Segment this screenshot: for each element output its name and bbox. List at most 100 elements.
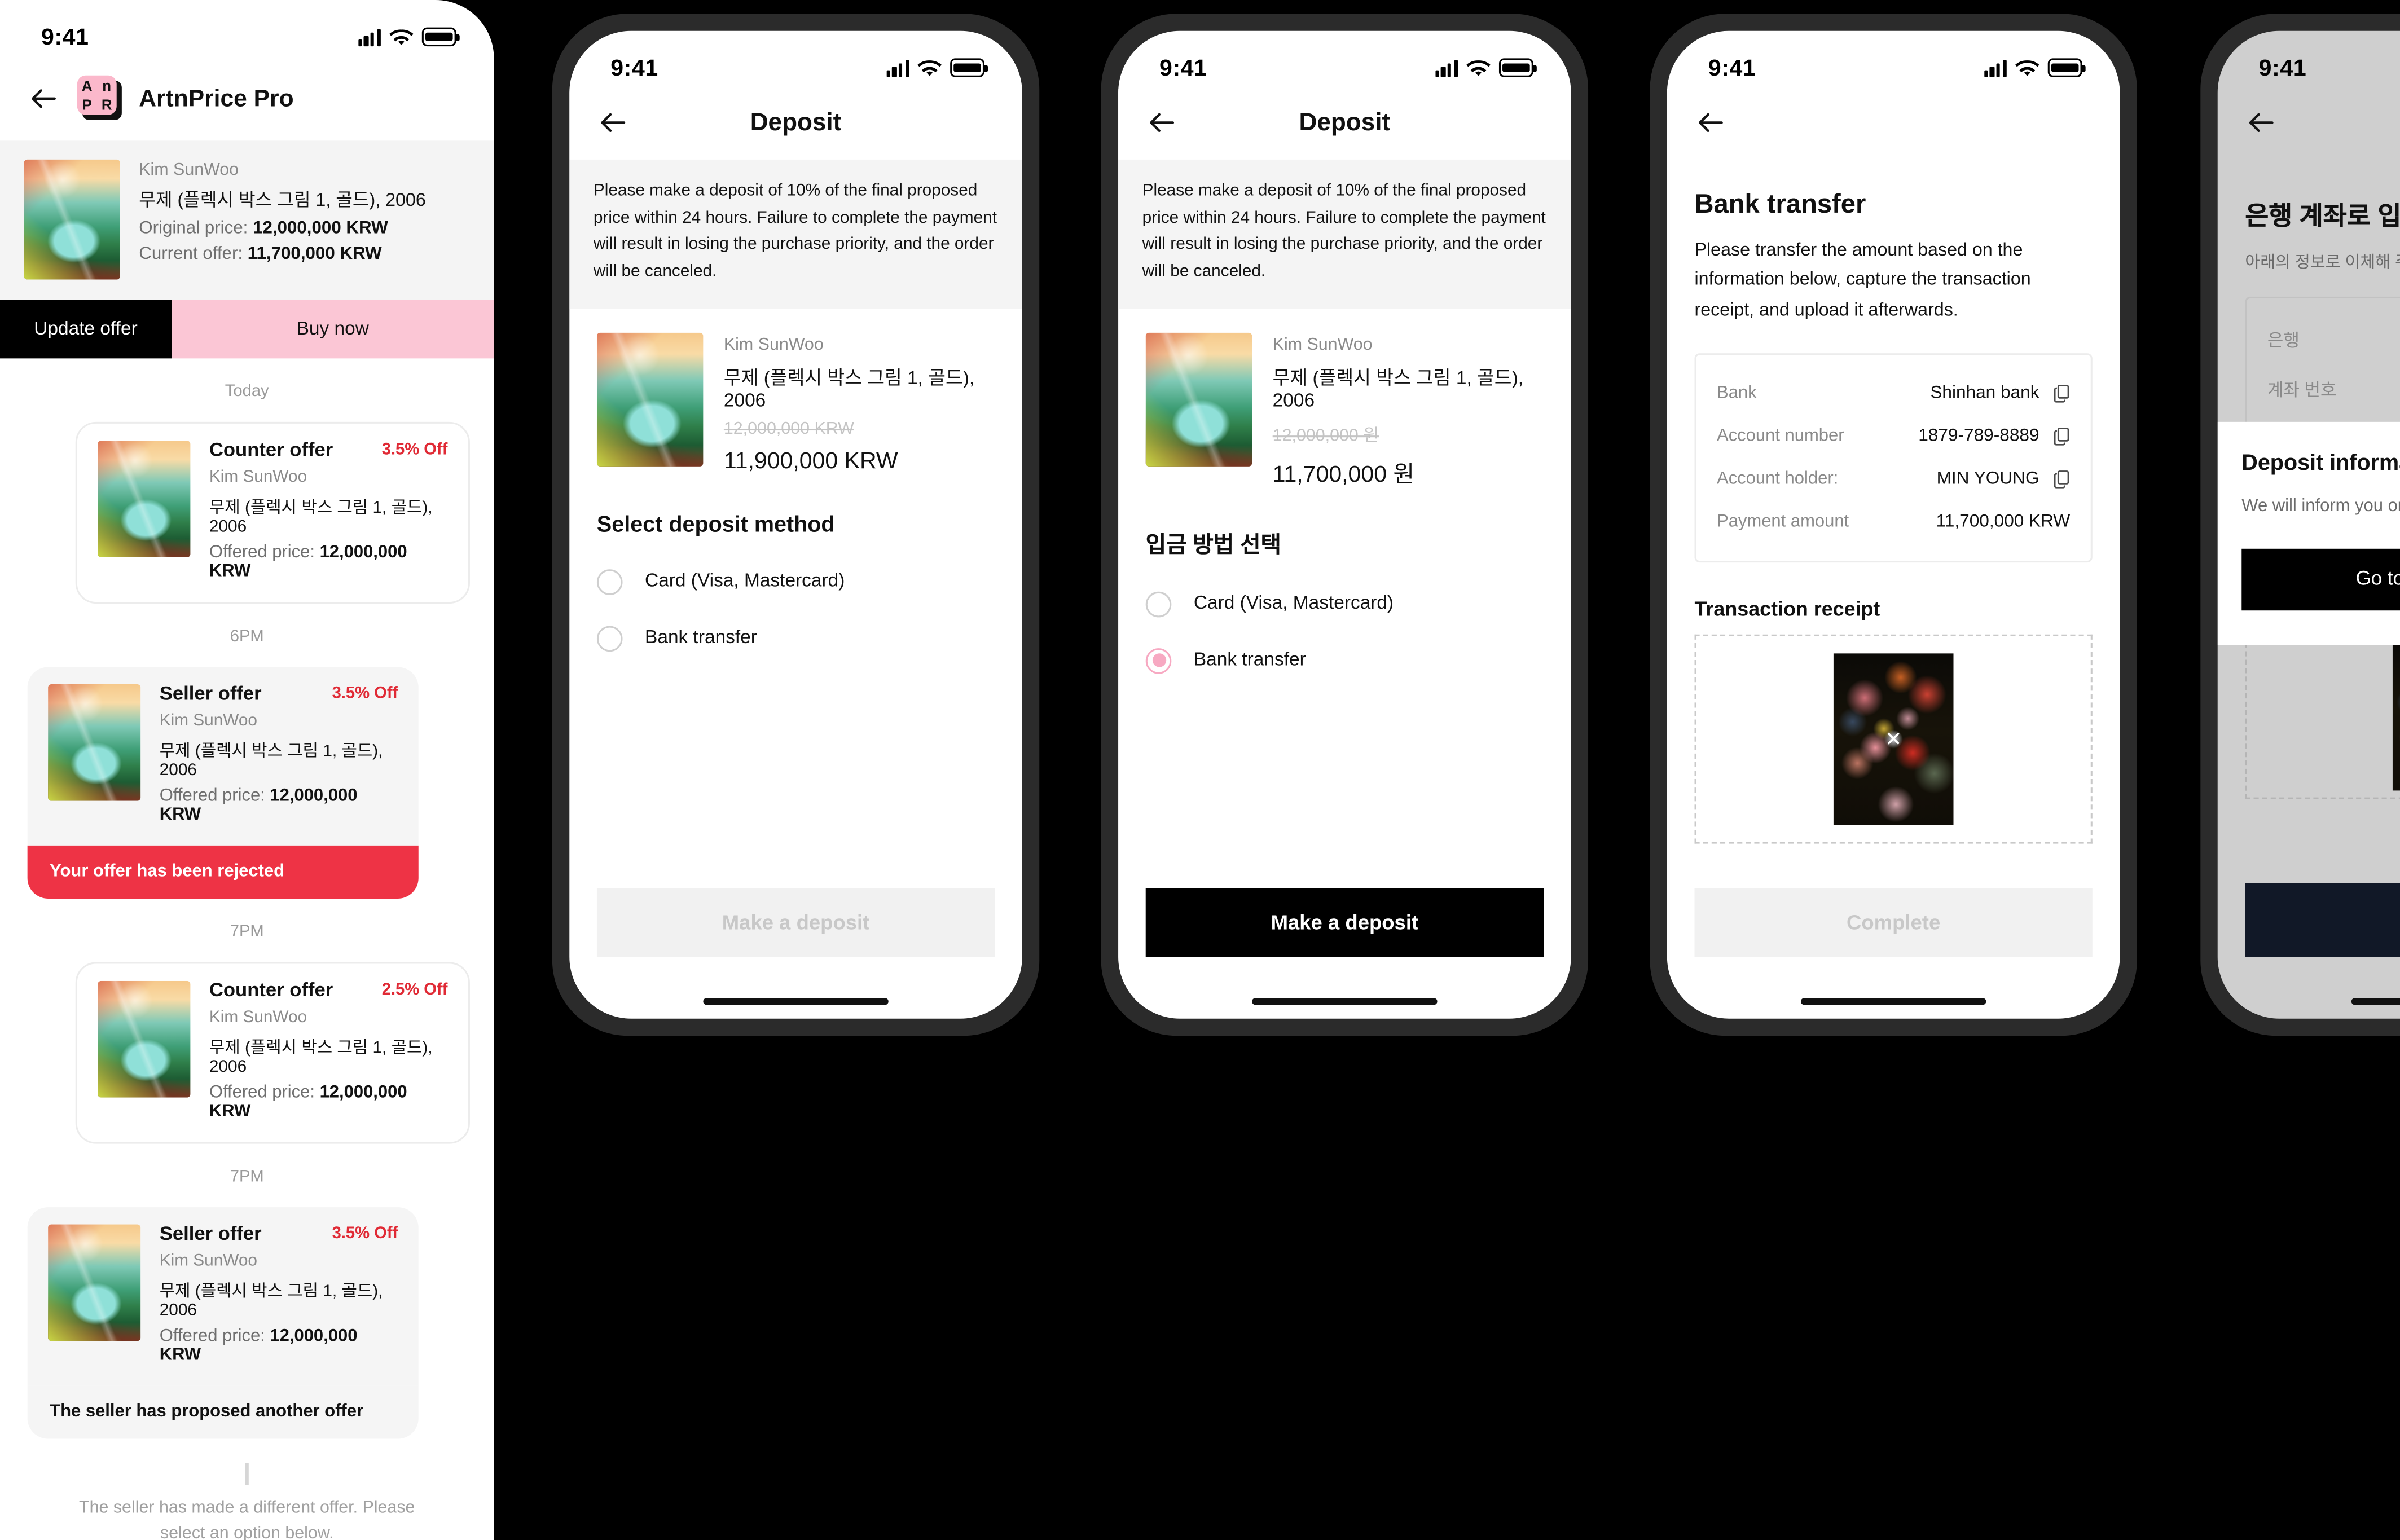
screenshot-stage: 9:41 A n P R ArtnPrice Pro Kim SunWoo 무제…: [0, 0, 2400, 1540]
deposit-method-heading: 입금 방법 선택: [1145, 531, 1281, 557]
back-icon[interactable]: [597, 106, 630, 139]
offer-artist: Kim SunWoo: [209, 468, 307, 487]
offer-card[interactable]: Counter offer 2.5% Off Kim SunWoo 무제 (플렉시 박…: [75, 962, 470, 1144]
deposit-option-bank[interactable]: Bank transfer: [1118, 632, 1571, 689]
chat-timestamp: 7PM: [230, 922, 264, 941]
offer-thumbnail: [48, 684, 141, 801]
phone-frame-chat: 9:41 A n P R ArtnPrice Pro Kim SunWoo 무제…: [0, 0, 494, 1540]
home-indicator: [1252, 997, 1438, 1005]
offer-price-row: Offered price: 12,000,000 KRW: [209, 1084, 448, 1121]
phone-frame-deposit-en: 9:41 Deposit Please make a deposit of 10…: [552, 14, 1040, 1036]
chat-timestamp: 6PM: [230, 627, 264, 647]
offer-kind: Seller offer: [159, 684, 262, 705]
offer-thumbnail: [98, 980, 191, 1098]
status-bar: 9:41: [0, 0, 494, 58]
back-icon[interactable]: [28, 81, 60, 114]
complete-button[interactable]: Complete: [1694, 888, 2093, 957]
logo-letter-n: n: [102, 76, 112, 94]
back-icon[interactable]: [1146, 106, 1179, 139]
bank-info-value: 1879-789-8889: [1918, 428, 2039, 447]
cellular-signal-icon: [357, 28, 381, 46]
offer-work-title: 무제 (플렉시 박스 그림 1, 골드), 2006: [159, 742, 383, 781]
back-icon[interactable]: [1695, 106, 1728, 139]
deposit-option-bank[interactable]: Bank transfer: [569, 610, 1022, 666]
product-title: 무제 (플렉시 박스 그림 1, 골드), 2006: [139, 190, 426, 211]
receipt-image: ✕: [1833, 654, 1954, 826]
offer-work-title: 무제 (플렉시 박스 그림 1, 골드), 2006: [209, 1039, 433, 1077]
receipt-dropzone[interactable]: [2245, 634, 2400, 799]
product-actions: Update offer Buy now: [0, 300, 494, 359]
product-title: 무제 (플렉시 박스 그림 1, 골드), 2006: [723, 368, 975, 411]
complete-button[interactable]: 완료: [2245, 883, 2400, 957]
nav-bar: [1667, 89, 2120, 160]
offer-card[interactable]: Seller offer 3.5% Off Kim SunWoo 무제 (플렉시 박스…: [27, 667, 419, 846]
deposit-option-card[interactable]: Card (Visa, Mastercard): [569, 553, 1022, 610]
wifi-icon: [389, 28, 414, 45]
page-subtitle: 아래의 정보로 이체해 주시고 거래 영수증을 캡처해주세요: [2245, 253, 2400, 273]
bank-info-row: Bank Shinhan bank: [1717, 373, 2070, 416]
radio-icon[interactable]: [596, 625, 623, 652]
nav-bar: Deposit: [569, 89, 1022, 160]
status-icons: [1435, 59, 1537, 77]
battery-icon: [2047, 59, 2086, 77]
discount-badge: 3.5% Off: [332, 1224, 398, 1243]
offer-card[interactable]: Counter offer 3.5% Off Kim SunWoo 무제 (플렉시 박…: [75, 421, 470, 604]
original-price-row: Original price: 12,000,000 KRW: [139, 219, 388, 239]
bank-info-row: 은행Shinhan bank: [2267, 314, 2400, 363]
offer-card[interactable]: Seller offer 3.5% Off Kim SunWoo 무제 (플렉시 박스…: [27, 1207, 419, 1386]
offer-thumbnail: [98, 441, 191, 557]
deposit-option-card[interactable]: Card (Visa, Mastercard): [1118, 575, 1571, 632]
offer-price-label: Offered price:: [209, 543, 320, 563]
close-icon[interactable]: ✕: [1885, 729, 1902, 750]
bank-info-label: 계좌 번호: [2267, 382, 2337, 402]
back-icon[interactable]: [2245, 106, 2278, 139]
discount-badge: 3.5% Off: [381, 441, 448, 460]
radio-icon[interactable]: [596, 569, 623, 595]
status-icons: [1983, 59, 2086, 77]
product-thumbnail: [596, 332, 704, 466]
status-bar: 9:41: [1118, 31, 1571, 89]
phone5-screen: 9:41 은행 계좌로 입금 아래의 정보로 이체해 주시고 거래 영수증을 캡…: [2217, 30, 2400, 1019]
make-deposit-button[interactable]: Make a deposit: [1145, 888, 1544, 957]
status-time: 9:41: [41, 24, 89, 50]
receipt-image: [2392, 643, 2400, 791]
status-icons: [886, 59, 988, 77]
offer-artist: Kim SunWoo: [159, 711, 257, 731]
offer-kind: Counter offer: [209, 441, 333, 461]
discount-badge: 3.5% Off: [332, 684, 398, 703]
home-indicator: [1801, 997, 1986, 1005]
go-to-my-purchases-button[interactable]: Go to my purchases: [2241, 549, 2400, 611]
offer-work-title: 무제 (플렉시 박스 그림 1, 골드), 2006: [159, 1282, 383, 1321]
radio-icon-selected[interactable]: [1145, 648, 1172, 674]
nav-bar: Deposit: [1118, 89, 1571, 160]
copy-icon[interactable]: [2053, 385, 2070, 403]
receipt-dropzone[interactable]: ✕: [1694, 635, 2093, 844]
nav-bar: [2218, 89, 2400, 160]
logo-letter-a: A: [81, 76, 93, 94]
update-offer-button[interactable]: Update offer: [0, 300, 172, 359]
copy-icon[interactable]: [2053, 470, 2070, 489]
status-time: 9:41: [2258, 55, 2307, 81]
deposit-option-label: Bank transfer: [645, 628, 757, 649]
product-thumbnail: [24, 159, 120, 280]
chat-timeline: Today Counter offer 3.5% Off Kim SunWoo 무제 (…: [0, 358, 494, 1439]
phone4-screen: 9:41 Bank transfer Please transfer the a…: [1667, 30, 2120, 1019]
bank-info-label: Payment amount: [1717, 513, 1849, 533]
battery-icon: [950, 59, 988, 77]
cellular-signal-icon: [1435, 59, 1458, 77]
deposit-option-label: Card (Visa, Mastercard): [645, 571, 845, 592]
radio-icon[interactable]: [1145, 591, 1172, 617]
home-indicator: [2351, 997, 2400, 1005]
copy-icon[interactable]: [2053, 428, 2070, 446]
product-summary: Kim SunWoo 무제 (플렉시 박스 그림 1, 골드), 2006 Or…: [0, 140, 494, 300]
offer-kind: Counter offer: [209, 980, 333, 1002]
product-title: 무제 (플렉시 박스 그림 1, 골드), 2006: [1272, 368, 1523, 411]
buy-now-button[interactable]: Buy now: [172, 300, 494, 359]
system-note-text: The seller has made a different offer. P…: [79, 1498, 415, 1540]
confirmation-modal: Deposit information sent ✕ We will infor…: [2217, 421, 2400, 645]
offer-artist: Kim SunWoo: [159, 1252, 257, 1271]
bank-info-row: Account holder: MIN YOUNG: [1717, 459, 2070, 501]
final-price: 11,700,000 원: [1272, 460, 1415, 487]
make-deposit-button[interactable]: Make a deposit: [596, 888, 995, 957]
logo-letter-r: R: [101, 96, 112, 113]
